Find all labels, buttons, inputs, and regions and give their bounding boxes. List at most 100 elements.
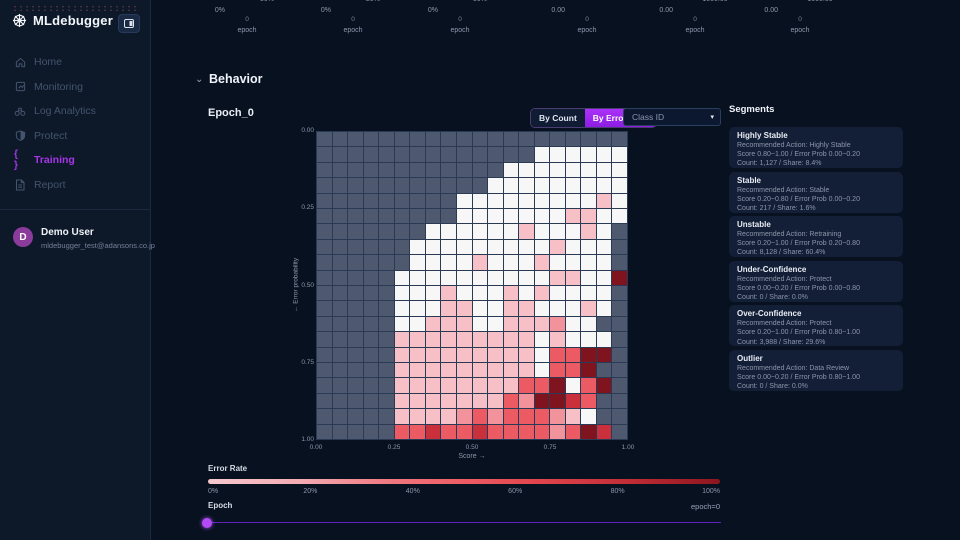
heatmap-cell[interactable] (550, 317, 565, 331)
heatmap-cell[interactable] (379, 240, 394, 254)
heatmap-cell[interactable] (441, 394, 456, 408)
heatmap-cell[interactable] (566, 163, 581, 177)
heatmap-cell[interactable] (473, 255, 488, 269)
segment-card-under-confidence[interactable]: Under-ConfidenceRecommended Action: Prot… (729, 261, 903, 302)
heatmap-cell[interactable] (410, 332, 425, 346)
heatmap-cell[interactable] (581, 301, 596, 315)
heatmap-cell[interactable] (550, 163, 565, 177)
heatmap-cell[interactable] (426, 301, 441, 315)
heatmap-cell[interactable] (504, 378, 519, 392)
sidebar-collapse-button[interactable] (118, 14, 140, 33)
heatmap-cell[interactable] (348, 332, 363, 346)
heatmap-cell[interactable] (504, 363, 519, 377)
heatmap-cell[interactable] (333, 409, 348, 423)
heatmap-cell[interactable] (488, 132, 503, 146)
heatmap-cell[interactable] (317, 178, 332, 192)
heatmap-cell[interactable] (597, 194, 612, 208)
heatmap-cell[interactable] (348, 286, 363, 300)
heatmap-cell[interactable] (535, 240, 550, 254)
heatmap-cell[interactable] (597, 425, 612, 439)
heatmap-cell[interactable] (488, 409, 503, 423)
heatmap-cell[interactable] (504, 178, 519, 192)
heatmap-cell[interactable] (395, 363, 410, 377)
heatmap-cell[interactable] (441, 255, 456, 269)
heatmap-cell[interactable] (535, 425, 550, 439)
sidebar-item-report[interactable]: Report (0, 173, 150, 198)
heatmap-cell[interactable] (566, 147, 581, 161)
heatmap-cell[interactable] (426, 271, 441, 285)
heatmap-cell[interactable] (410, 163, 425, 177)
heatmap-cell[interactable] (379, 378, 394, 392)
heatmap-cell[interactable] (473, 147, 488, 161)
heatmap-cell[interactable] (581, 240, 596, 254)
heatmap-cell[interactable] (364, 409, 379, 423)
heatmap-cell[interactable] (333, 301, 348, 315)
heatmap-cell[interactable] (550, 271, 565, 285)
segment-card-highly-stable[interactable]: Highly StableRecommended Action: Highly … (729, 127, 903, 168)
heatmap-cell[interactable] (348, 240, 363, 254)
epoch-slider-track[interactable] (204, 522, 721, 523)
heatmap-cell[interactable] (317, 132, 332, 146)
heatmap-cell[interactable] (519, 209, 534, 223)
heatmap-cell[interactable] (612, 194, 627, 208)
heatmap-cell[interactable] (457, 271, 472, 285)
heatmap-cell[interactable] (612, 332, 627, 346)
heatmap-cell[interactable] (550, 348, 565, 362)
heatmap-cell[interactable] (488, 332, 503, 346)
heatmap-cell[interactable] (488, 224, 503, 238)
heatmap-cell[interactable] (566, 409, 581, 423)
heatmap-cell[interactable] (473, 209, 488, 223)
heatmap-cell[interactable] (441, 409, 456, 423)
heatmap-cell[interactable] (426, 286, 441, 300)
heatmap-cell[interactable] (348, 271, 363, 285)
heatmap-cell[interactable] (426, 425, 441, 439)
heatmap-cell[interactable] (597, 255, 612, 269)
heatmap-cell[interactable] (379, 332, 394, 346)
heatmap-cell[interactable] (612, 224, 627, 238)
heatmap-cell[interactable] (395, 147, 410, 161)
class-id-dropdown[interactable]: Class ID ▾ (623, 108, 721, 126)
heatmap-cell[interactable] (364, 271, 379, 285)
heatmap-cell[interactable] (550, 209, 565, 223)
heatmap-cell[interactable] (473, 332, 488, 346)
heatmap-cell[interactable] (535, 163, 550, 177)
heatmap-cell[interactable] (597, 348, 612, 362)
sidebar-item-monitoring[interactable]: Monitoring (0, 75, 150, 100)
heatmap-cell[interactable] (333, 425, 348, 439)
heatmap-cell[interactable] (364, 394, 379, 408)
heatmap-cell[interactable] (612, 255, 627, 269)
heatmap-cell[interactable] (410, 425, 425, 439)
heatmap-cell[interactable] (317, 286, 332, 300)
heatmap-cell[interactable] (395, 163, 410, 177)
heatmap-cell[interactable] (535, 255, 550, 269)
segment-card-outlier[interactable]: OutlierRecommended Action: Data ReviewSc… (729, 350, 903, 391)
heatmap-cell[interactable] (550, 394, 565, 408)
heatmap-cell[interactable] (550, 425, 565, 439)
heatmap-cell[interactable] (504, 348, 519, 362)
heatmap-cell[interactable] (473, 286, 488, 300)
heatmap-cell[interactable] (519, 240, 534, 254)
heatmap-cell[interactable] (504, 425, 519, 439)
heatmap-cell[interactable] (333, 209, 348, 223)
heatmap-cell[interactable] (379, 255, 394, 269)
heatmap-cell[interactable] (566, 224, 581, 238)
heatmap-cell[interactable] (426, 163, 441, 177)
heatmap-cell[interactable] (504, 271, 519, 285)
heatmap-cell[interactable] (612, 301, 627, 315)
heatmap-cell[interactable] (364, 178, 379, 192)
heatmap-cell[interactable] (317, 194, 332, 208)
heatmap-cell[interactable] (535, 271, 550, 285)
heatmap-cell[interactable] (504, 209, 519, 223)
heatmap-cell[interactable] (348, 394, 363, 408)
heatmap-cell[interactable] (317, 317, 332, 331)
heatmap-cell[interactable] (597, 240, 612, 254)
heatmap-cell[interactable] (364, 194, 379, 208)
heatmap-cell[interactable] (410, 194, 425, 208)
heatmap-cell[interactable] (426, 348, 441, 362)
heatmap-cell[interactable] (566, 240, 581, 254)
heatmap-cell[interactable] (348, 224, 363, 238)
heatmap-cell[interactable] (426, 332, 441, 346)
heatmap-cell[interactable] (597, 378, 612, 392)
heatmap-cell[interactable] (581, 255, 596, 269)
heatmap-cell[interactable] (317, 378, 332, 392)
